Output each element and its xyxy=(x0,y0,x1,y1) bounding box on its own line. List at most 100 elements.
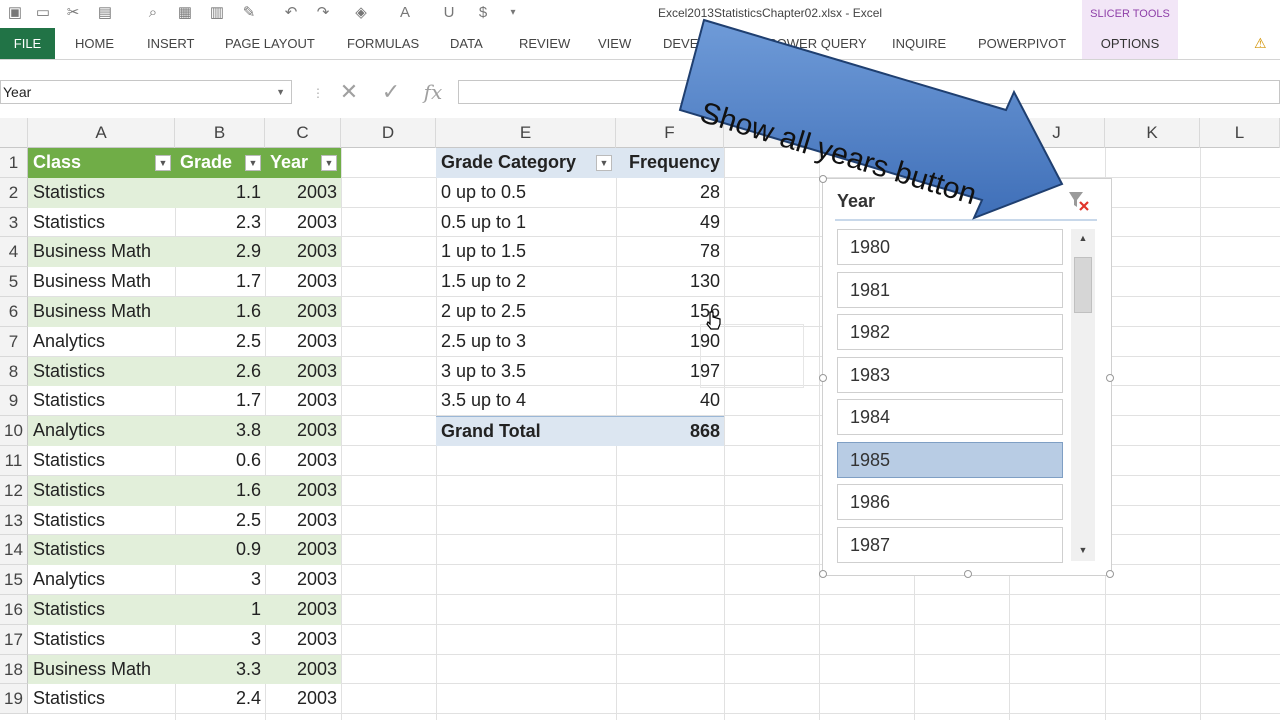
redo-icon[interactable]: ↷ xyxy=(314,4,332,22)
table-cell[interactable]: 2003 xyxy=(265,595,341,625)
tab-insert[interactable]: INSERT xyxy=(147,28,194,59)
table-cell[interactable]: 2003 xyxy=(265,506,341,536)
resize-handle[interactable] xyxy=(964,570,972,578)
pivot-cell[interactable]: 2.5 up to 3 xyxy=(436,327,616,357)
row-header[interactable]: 11 xyxy=(0,446,28,476)
slicer-item-1987[interactable]: 1987 xyxy=(837,526,1063,563)
table-cell[interactable]: Statistics xyxy=(28,446,175,476)
table-cell[interactable]: 2.5 xyxy=(175,327,265,357)
year-slicer[interactable]: Year 1980 1981 1982 1983 1984 1985 1986 1987 ▲ … xyxy=(819,175,1114,578)
slicer-item-1983[interactable]: 1983 xyxy=(837,356,1063,393)
column-header-d[interactable]: D xyxy=(341,118,436,148)
table-icon[interactable]: ▥ xyxy=(208,4,226,22)
tab-data[interactable]: DATA xyxy=(450,28,483,59)
table-cell[interactable]: 2.6 xyxy=(175,356,265,387)
row-header[interactable]: 9 xyxy=(0,386,28,417)
table-cell[interactable]: 2.3 xyxy=(175,208,265,238)
table-cell[interactable]: Analytics xyxy=(28,416,175,446)
table-cell[interactable]: 2003 xyxy=(265,177,341,208)
table-cell[interactable]: 2003 xyxy=(265,208,341,238)
pivot-cell[interactable]: 3 up to 3.5 xyxy=(436,357,616,387)
slicer-item-1981[interactable]: 1981 xyxy=(837,271,1063,308)
row-header[interactable]: 15 xyxy=(0,565,28,595)
slicer-item-1985[interactable]: 1985 xyxy=(837,441,1063,478)
name-box[interactable]: Year ▼ xyxy=(0,80,292,104)
tab-file[interactable]: FILE xyxy=(0,28,55,59)
table-cell[interactable]: 2003 xyxy=(265,535,341,566)
select-all-corner[interactable] xyxy=(0,118,28,148)
table-cell[interactable]: Business Math xyxy=(28,297,175,327)
table-cell[interactable]: 2003 xyxy=(265,446,341,476)
table-cell[interactable]: 2.9 xyxy=(175,237,265,268)
resize-handle[interactable] xyxy=(819,374,827,382)
table-cell[interactable]: Statistics xyxy=(28,208,175,238)
pivot-cell[interactable]: 0 up to 0.5 xyxy=(436,178,616,208)
row-header[interactable]: 8 xyxy=(0,356,28,387)
table-cell[interactable]: 1 xyxy=(175,595,265,625)
pivot-cell[interactable]: 1.5 up to 2 xyxy=(436,267,616,297)
table-cell[interactable]: 2003 xyxy=(265,267,341,297)
grid-icon[interactable]: ▦ xyxy=(176,4,194,22)
tab-view[interactable]: VIEW xyxy=(598,28,631,59)
row-header[interactable]: 7 xyxy=(0,326,28,357)
pivot-cell[interactable]: 0.5 up to 1 xyxy=(436,208,616,238)
cancel-icon[interactable]: ✕ xyxy=(336,80,362,104)
table-cell[interactable]: Statistics xyxy=(28,506,175,536)
table-cell[interactable]: 1.6 xyxy=(175,475,265,506)
warning-icon[interactable]: ⚠ xyxy=(1254,35,1270,51)
column-header-l[interactable]: L xyxy=(1200,118,1280,148)
table-cell[interactable]: 0.6 xyxy=(175,446,265,476)
row-header[interactable]: 10 xyxy=(0,416,28,446)
table-cell[interactable]: 1.6 xyxy=(175,297,265,327)
tools-icon[interactable]: ✂ xyxy=(64,4,82,22)
slicer-item-1986[interactable]: 1986 xyxy=(837,484,1063,520)
pivot-cell[interactable]: 78 xyxy=(616,237,724,267)
table-cell[interactable]: Business Math xyxy=(28,654,175,685)
column-header-e[interactable]: E xyxy=(436,118,616,148)
column-header-k[interactable]: K xyxy=(1105,118,1200,148)
scroll-thumb[interactable] xyxy=(1074,257,1092,313)
table-header-cell[interactable]: Class xyxy=(28,148,175,178)
fill-color-icon[interactable]: ◈ xyxy=(352,4,370,22)
row-header[interactable]: 14 xyxy=(0,535,28,566)
tab-formulas[interactable]: FORMULAS xyxy=(347,28,419,59)
pivot-cell[interactable]: 2 up to 2.5 xyxy=(436,297,616,327)
row-header[interactable]: 19 xyxy=(0,684,28,715)
enter-icon[interactable]: ✓ xyxy=(378,80,404,104)
row-header[interactable]: 16 xyxy=(0,595,28,625)
table-cell[interactable]: 2003 xyxy=(265,297,341,327)
format-painter-icon[interactable]: ✎ xyxy=(240,4,258,22)
tab-review[interactable]: REVIEW xyxy=(519,28,570,59)
column-header-c[interactable]: C xyxy=(265,118,341,148)
resize-handle[interactable] xyxy=(1106,570,1114,578)
pivot-cell[interactable]: 3.5 up to 4 xyxy=(436,386,616,416)
table-cell[interactable]: 3 xyxy=(175,565,265,595)
filter-dropdown-icon[interactable]: ▼ xyxy=(245,155,261,171)
save-icon[interactable]: ▣ xyxy=(6,4,24,22)
pivot-cell[interactable]: 40 xyxy=(616,386,724,416)
grand-total-value[interactable]: 868 xyxy=(616,416,724,446)
pivot-filter-dropdown-icon[interactable]: ▼ xyxy=(596,155,612,171)
table-cell[interactable]: 2003 xyxy=(265,565,341,595)
table-cell[interactable]: 2003 xyxy=(265,386,341,416)
table-cell[interactable]: Business Math xyxy=(28,237,175,268)
table-cell[interactable]: 0.9 xyxy=(175,535,265,566)
currency-icon[interactable]: $ xyxy=(474,4,492,22)
pivot-cell[interactable]: 130 xyxy=(616,267,724,297)
table-cell[interactable]: Statistics xyxy=(28,535,175,566)
chevron-down-icon[interactable]: ▼ xyxy=(276,81,285,103)
row-header[interactable]: 2 xyxy=(0,177,28,208)
table-cell[interactable]: 2.5 xyxy=(175,506,265,536)
table-cell[interactable]: 1.1 xyxy=(175,177,265,208)
table-cell[interactable]: Statistics xyxy=(28,625,175,655)
slicer-item-1982[interactable]: 1982 xyxy=(837,314,1063,350)
customize-qat-icon[interactable]: ▾ xyxy=(504,4,522,22)
table-cell[interactable]: Business Math xyxy=(28,267,175,297)
filter-dropdown-icon[interactable]: ▼ xyxy=(321,155,337,171)
filter-dropdown-icon[interactable]: ▼ xyxy=(155,155,171,171)
column-header-b[interactable]: B xyxy=(175,118,265,148)
table-cell[interactable]: 2.4 xyxy=(175,684,265,714)
resize-handle[interactable] xyxy=(1106,374,1114,382)
row-header[interactable]: 12 xyxy=(0,475,28,506)
table-cell[interactable]: 2003 xyxy=(265,684,341,714)
